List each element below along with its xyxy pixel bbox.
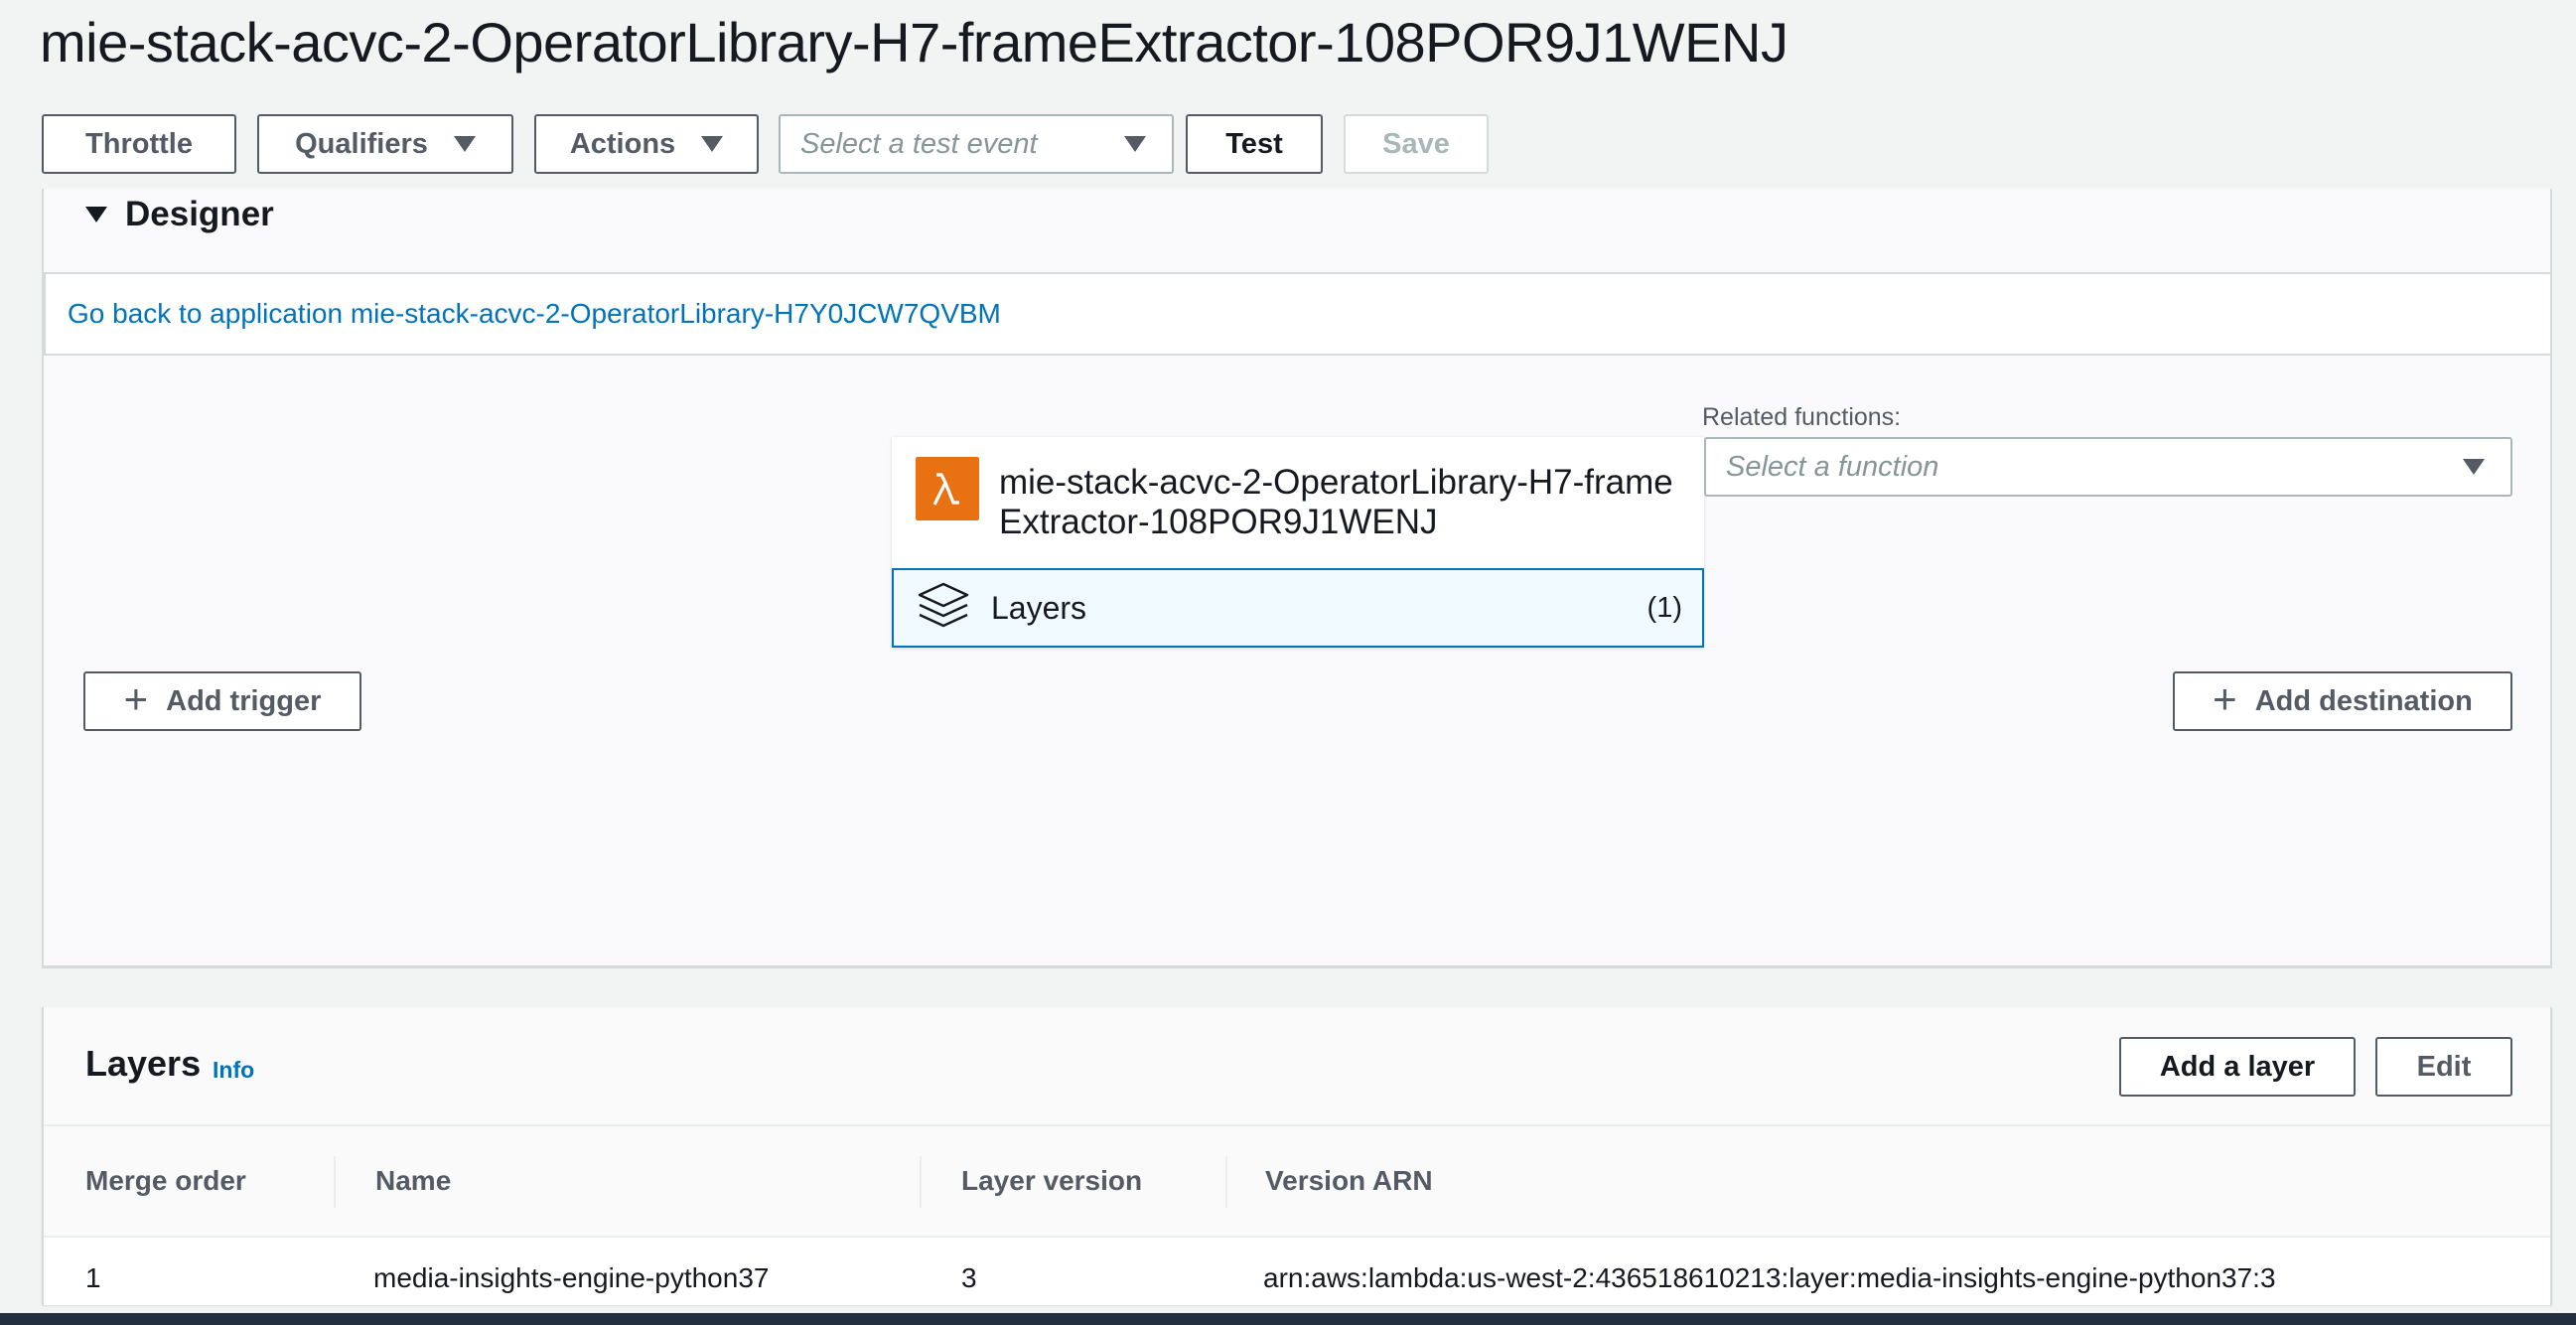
layer-name-cell: media-insights-engine-python37: [373, 1262, 770, 1293]
chevron-down-icon: [701, 136, 724, 152]
add-destination-button[interactable]: + Add destination: [2173, 671, 2512, 731]
layers-panel-title: Layers: [85, 1043, 202, 1084]
footer-bar: [0, 1313, 2576, 1325]
layers-stack-icon: [916, 580, 971, 637]
test-button[interactable]: Test: [1186, 114, 1323, 174]
add-trigger-button[interactable]: + Add trigger: [83, 671, 361, 731]
qualifiers-dropdown[interactable]: Qualifiers: [257, 114, 513, 174]
page-title: mie-stack-acvc-2-OperatorLibrary-H7-fram…: [40, 11, 1789, 74]
application-banner: Go back to application mie-stack-acvc-2-…: [44, 272, 2552, 356]
caret-down-icon: [85, 207, 107, 222]
function-name: mie-stack-acvc-2-OperatorLibrary-H7-fram…: [999, 463, 1673, 541]
column-divider: [920, 1156, 922, 1208]
test-event-select[interactable]: Select a test event: [779, 114, 1174, 174]
chevron-down-icon: [453, 136, 476, 152]
edit-label: Edit: [2416, 1050, 2472, 1083]
save-button[interactable]: Save: [1344, 114, 1489, 174]
test-event-placeholder: Select a test event: [800, 127, 1038, 160]
layers-node[interactable]: Layers (1): [892, 568, 1704, 648]
add-layer-button[interactable]: Add a layer: [2119, 1037, 2356, 1097]
add-trigger-label: Add trigger: [166, 684, 322, 717]
lambda-icon: [916, 457, 979, 520]
related-function-select[interactable]: Select a function: [1704, 437, 2512, 497]
throttle-button[interactable]: Throttle: [42, 114, 236, 174]
test-button-label: Test: [1225, 127, 1283, 160]
save-button-label: Save: [1382, 127, 1450, 160]
column-header-name[interactable]: Name: [375, 1126, 451, 1236]
column-header-layer-version[interactable]: Layer version: [961, 1126, 1142, 1236]
function-header[interactable]: mie-stack-acvc-2-OperatorLibrary-H7-fram…: [892, 437, 1704, 568]
layers-count: (1): [1646, 591, 1682, 624]
qualifiers-label: Qualifiers: [295, 127, 428, 160]
plus-icon: +: [2213, 675, 2237, 722]
add-layer-label: Add a layer: [2159, 1050, 2316, 1083]
designer-title: Designer: [125, 195, 274, 233]
chevron-down-icon: [2463, 459, 2485, 475]
layers-node-label: Layers: [991, 589, 1087, 626]
chevron-down-icon: [1124, 136, 1146, 152]
actions-dropdown[interactable]: Actions: [534, 114, 759, 174]
info-link[interactable]: Info: [213, 1057, 254, 1084]
layer-version-cell: 3: [961, 1262, 977, 1293]
column-divider: [1225, 1156, 1227, 1208]
plus-icon: +: [123, 675, 149, 722]
designer-toggle[interactable]: Designer: [42, 189, 274, 240]
version-arn-cell: arn:aws:lambda:us-west-2:436518610213:la…: [1263, 1262, 2276, 1293]
edit-layers-button[interactable]: Edit: [2375, 1037, 2512, 1097]
back-to-application-link[interactable]: Go back to application mie-stack-acvc-2-…: [68, 298, 1001, 330]
column-header-merge-order[interactable]: Merge order: [85, 1126, 246, 1236]
function-card: mie-stack-acvc-2-OperatorLibrary-H7-fram…: [892, 437, 1704, 648]
column-header-version-arn[interactable]: Version ARN: [1265, 1126, 1433, 1236]
actions-label: Actions: [569, 127, 676, 160]
lambda-function-page: mie-stack-acvc-2-OperatorLibrary-H7-fram…: [0, 0, 2576, 1325]
add-destination-label: Add destination: [2254, 684, 2473, 717]
merge-order-cell: 1: [85, 1262, 101, 1293]
throttle-button-label: Throttle: [85, 127, 193, 160]
related-function-placeholder: Select a function: [1726, 450, 1939, 483]
table-header-row: Merge order Name Layer version Version A…: [44, 1126, 2550, 1238]
column-divider: [334, 1156, 336, 1208]
table-row: 1 media-insights-engine-python37 3 arn:a…: [44, 1238, 2550, 1319]
related-functions-label: Related functions:: [1702, 403, 1902, 431]
